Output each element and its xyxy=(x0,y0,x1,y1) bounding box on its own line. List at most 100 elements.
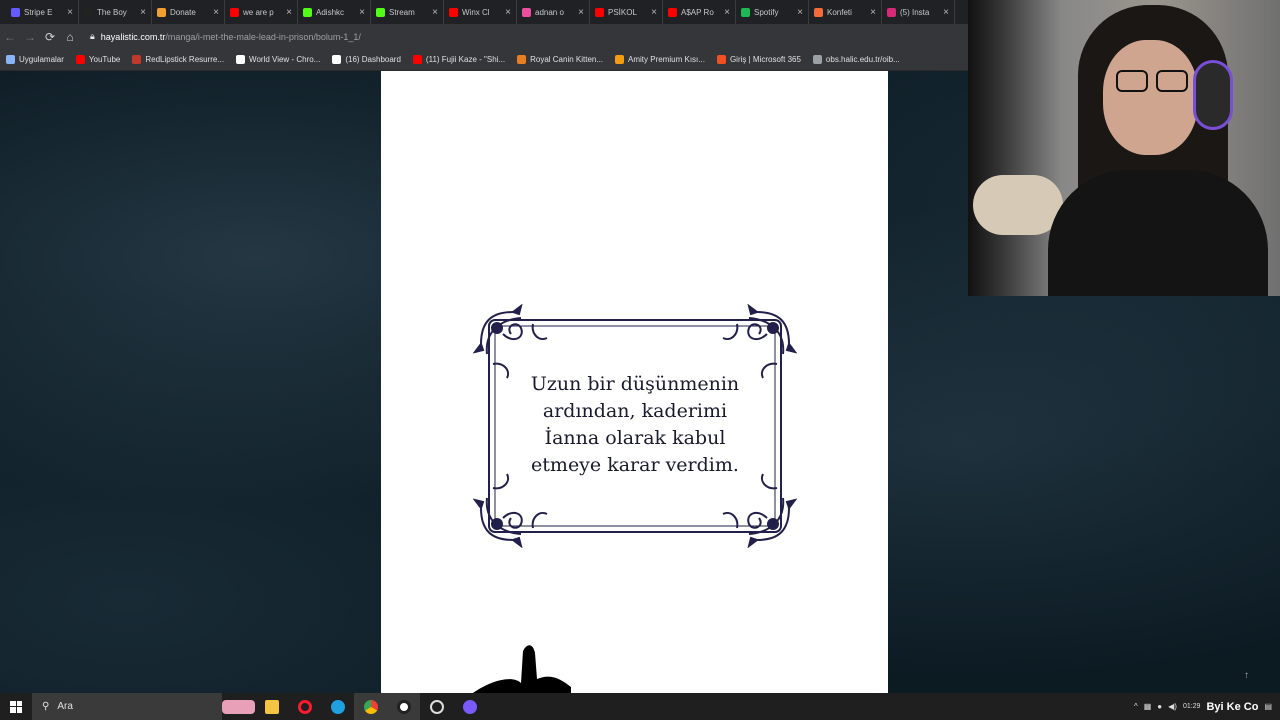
tab-title: Adishkc xyxy=(316,7,345,17)
browser-tab[interactable]: PSİKOL × xyxy=(590,0,663,24)
close-icon[interactable]: × xyxy=(797,7,803,18)
address-bar[interactable]: 🔒︎ hayalistic.com.tr/manga/i-met-the-mal… xyxy=(90,31,361,42)
tab-title: Stripe E xyxy=(24,7,53,17)
browser-tab[interactable]: adnan o × xyxy=(517,0,590,24)
scroll-to-top-icon[interactable]: ↑ xyxy=(1244,670,1249,681)
manga-page[interactable]: Uzun bir düşünmenin ardından, kaderimi İ… xyxy=(381,71,888,693)
bookmark-item[interactable]: Amity Premium Kısı... xyxy=(615,55,705,64)
tab-title: Donate xyxy=(170,7,196,17)
bookmark-label: RedLipstick Resurre... xyxy=(145,55,225,64)
browser-tab[interactable]: (5) Insta × xyxy=(882,0,955,24)
bookmark-item[interactable]: (16) Dashboard xyxy=(332,55,401,64)
browser-tab[interactable]: Winx Cl × xyxy=(444,0,517,24)
headset-icon xyxy=(1193,60,1233,130)
tab-favicon-icon xyxy=(595,7,604,17)
close-icon[interactable]: × xyxy=(432,7,438,18)
tab-favicon-icon xyxy=(84,7,93,17)
start-button[interactable] xyxy=(0,693,32,720)
browser-tab-strip: Stripe E × The Boy × Donate × we are p × Adishkc… xyxy=(0,0,970,24)
clock-time: 01:29 xyxy=(1182,703,1201,710)
taskbar-search[interactable]: ⚲ Ara xyxy=(32,693,222,720)
bookmark-item[interactable]: YouTube xyxy=(75,55,121,64)
system-tray: ^ ▦ ● ◀) 01:29 Byi Ke Co ▤ xyxy=(1134,701,1280,713)
bookmark-item[interactable]: World View - Chro... xyxy=(236,55,320,64)
file-explorer-icon[interactable] xyxy=(255,693,288,720)
bookmark-label: Royal Canin Kitten... xyxy=(530,55,604,64)
watermark: Byi Ke Co xyxy=(1206,700,1259,713)
close-icon[interactable]: × xyxy=(870,7,876,18)
bookmark-item[interactable]: Uygulamalar xyxy=(6,55,64,64)
network-icon[interactable]: ▦ xyxy=(1144,702,1152,711)
forward-icon[interactable]: → xyxy=(20,30,40,44)
tab-favicon-icon xyxy=(230,7,239,17)
bookmark-label: (16) Dashboard xyxy=(345,55,401,64)
browser-tab[interactable]: A$AP Ro × xyxy=(663,0,736,24)
bookmark-item[interactable]: Giriş | Microsoft 365 xyxy=(716,55,801,64)
url-domain: hayalistic.com.tr xyxy=(100,31,166,42)
settings-app-icon[interactable] xyxy=(420,693,453,720)
browser-tab[interactable]: Konfeti × xyxy=(809,0,882,24)
discord-icon[interactable] xyxy=(453,693,486,720)
manga-artwork-fragment xyxy=(473,645,571,693)
mic-icon[interactable]: ● xyxy=(1157,702,1162,711)
bookmark-label: Amity Premium Kısı... xyxy=(628,55,705,64)
bookmark-label: World View - Chro... xyxy=(249,55,321,64)
lock-icon: 🔒︎ xyxy=(90,31,95,41)
speech-caption: Uzun bir düşünmenin ardından, kaderimi İ… xyxy=(473,371,797,479)
bookmark-item[interactable]: (11) Fujii Kaze - "Shi... xyxy=(412,55,506,64)
caption-line: etmeye karar verdim. xyxy=(531,454,739,476)
close-icon[interactable]: × xyxy=(943,7,949,18)
chrome-icon[interactable] xyxy=(354,693,387,720)
tab-title: Spotify xyxy=(754,7,779,17)
tab-title: Stream xyxy=(389,7,415,17)
browser-tab[interactable]: Stream × xyxy=(371,0,444,24)
tab-favicon-icon xyxy=(11,7,20,17)
windows-logo-icon xyxy=(10,700,22,713)
news-widget-icon[interactable] xyxy=(222,693,255,720)
close-icon[interactable]: × xyxy=(505,7,511,18)
bookmark-label: obs.halic.edu.tr/oib... xyxy=(825,55,900,64)
chevron-up-icon[interactable]: ^ xyxy=(1134,702,1138,711)
tab-title: (5) Insta xyxy=(900,7,930,17)
bookmark-label: YouTube xyxy=(88,55,121,64)
bookmark-favicon-icon xyxy=(236,55,246,64)
edge-icon[interactable] xyxy=(321,693,354,720)
bookmark-item[interactable]: obs.halic.edu.tr/oib... xyxy=(812,55,900,64)
bookmark-item[interactable]: RedLipstick Resurre... xyxy=(132,55,224,64)
close-icon[interactable]: × xyxy=(651,7,657,18)
bookmark-label: (11) Fujii Kaze - "Shi... xyxy=(425,55,506,64)
tab-title: Winx Cl xyxy=(462,7,490,17)
browser-tab[interactable]: Stripe E × xyxy=(6,0,79,24)
home-icon[interactable]: ⌂ xyxy=(60,30,80,44)
notification-icon[interactable]: ▤ xyxy=(1264,702,1272,711)
close-icon[interactable]: × xyxy=(140,7,146,18)
tab-favicon-icon xyxy=(157,7,166,17)
webcam-overlay xyxy=(968,0,1280,296)
reload-icon[interactable]: ⟳ xyxy=(40,30,60,44)
close-icon[interactable]: × xyxy=(213,7,219,18)
bookmark-item[interactable]: Royal Canin Kitten... xyxy=(517,55,603,64)
browser-tab[interactable]: we are p × xyxy=(225,0,298,24)
browser-tab[interactable]: Adishkc × xyxy=(298,0,371,24)
tab-favicon-icon xyxy=(522,7,531,17)
close-icon[interactable]: × xyxy=(724,7,730,18)
tab-title: Konfeti xyxy=(827,7,852,17)
taskbar: ⚲ Ara ^ ▦ ● ◀) 01:29 Byi Ke Co ▤ xyxy=(0,693,1280,720)
bookmark-favicon-icon xyxy=(132,55,142,64)
close-icon[interactable]: × xyxy=(359,7,365,18)
opera-icon[interactable] xyxy=(288,693,321,720)
close-icon[interactable]: × xyxy=(67,7,73,18)
search-label: Ara xyxy=(57,701,73,712)
tab-title: adnan o xyxy=(535,7,564,17)
close-icon[interactable]: × xyxy=(286,7,292,18)
browser-tab[interactable]: Spotify × xyxy=(736,0,809,24)
tab-favicon-icon xyxy=(668,7,677,17)
browser-tab[interactable]: Donate × xyxy=(152,0,225,24)
clock[interactable]: 01:29 xyxy=(1183,702,1201,711)
tab-title: The Boy xyxy=(97,7,127,17)
close-icon[interactable]: × xyxy=(578,7,584,18)
browser-tab[interactable]: The Boy × xyxy=(79,0,152,24)
volume-icon[interactable]: ◀) xyxy=(1168,702,1177,711)
obs-icon[interactable] xyxy=(387,693,420,720)
back-icon[interactable]: ← xyxy=(0,30,20,44)
